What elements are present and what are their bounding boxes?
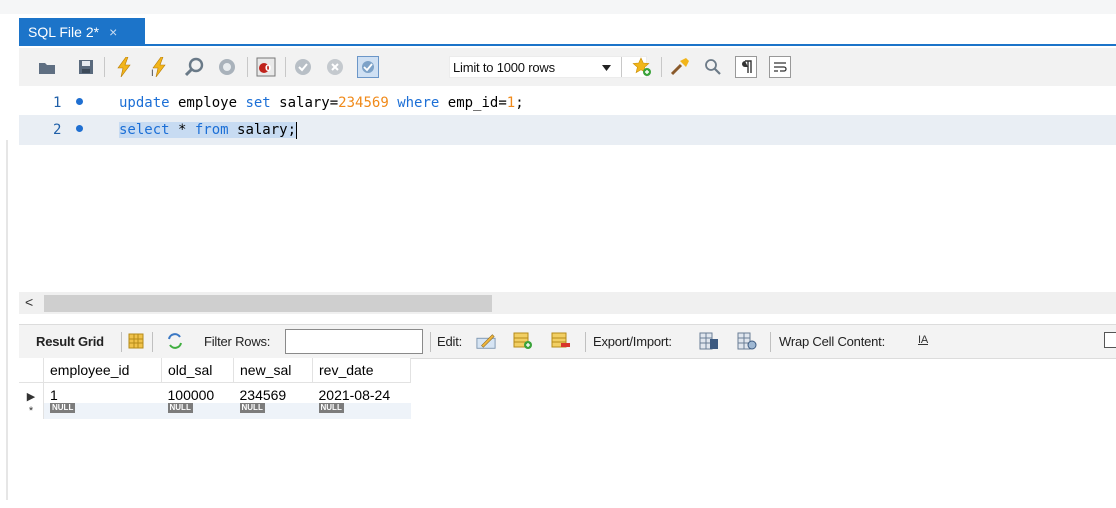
close-tab-icon[interactable]: × <box>109 24 117 40</box>
column-header[interactable]: old_sal <box>161 358 234 383</box>
export-icon[interactable] <box>699 331 719 351</box>
row-arrow-icon: ▶ <box>19 382 44 403</box>
toolbar-separator <box>770 332 771 352</box>
new-row[interactable]: * NULL NULL NULL NULL <box>19 402 411 419</box>
editor-horizontal-scrollbar[interactable]: < <box>19 292 1116 314</box>
wrap-cell-icon[interactable]: IA <box>918 334 928 346</box>
null-badge: NULL <box>318 402 344 413</box>
toolbar-separator <box>247 57 248 77</box>
column-header[interactable]: rev_date <box>312 358 411 383</box>
autocommit-icon[interactable] <box>357 56 379 78</box>
cell-old-sal[interactable]: 100000 <box>162 382 234 403</box>
left-edge <box>6 140 8 500</box>
execute-current-icon[interactable]: I <box>148 56 170 78</box>
limit-rows-select[interactable]: Limit to 1000 rows <box>449 56 647 78</box>
filter-rows-label: Filter Rows: <box>204 334 271 349</box>
bookmark-add-icon[interactable] <box>631 56 653 78</box>
wrap-icon[interactable] <box>769 56 791 78</box>
scrollbar-thumb[interactable] <box>44 295 492 312</box>
result-toolbar: Result Grid Filter Rows: Edit: Export/Im… <box>19 324 1116 359</box>
stop-icon[interactable] <box>216 56 238 78</box>
add-row-icon[interactable] <box>513 331 533 351</box>
text-caret <box>296 121 298 139</box>
cell-null[interactable]: NULL <box>233 402 313 419</box>
toolbar-separator <box>621 57 622 77</box>
table-row[interactable]: ▶ 1 100000 234569 2021-08-24 <box>19 382 411 403</box>
execute-icon[interactable] <box>113 56 135 78</box>
export-import-label: Export/Import: <box>593 334 672 349</box>
tab-title: SQL File 2* <box>28 24 100 40</box>
sql-editor[interactable]: 1 update employe set salary=234569 where… <box>19 86 1116 291</box>
find-icon[interactable] <box>702 56 724 78</box>
edit-label: Edit: <box>437 334 463 349</box>
top-strip <box>0 0 1116 14</box>
toolbar-separator <box>104 57 105 77</box>
row-header-corner <box>19 358 44 383</box>
toolbar-separator <box>585 332 586 352</box>
result-grid-tab[interactable]: Result Grid <box>36 334 104 349</box>
tab-sql-file-2[interactable]: SQL File 2* × <box>19 18 145 46</box>
cell-null[interactable]: NULL <box>161 402 234 419</box>
wrap-cell-label: Wrap Cell Content: <box>779 334 885 349</box>
mysql-workbench-window: SQL File 2* × I 0 Limit to 1000 rows 1 u… <box>0 0 1116 508</box>
null-badge: NULL <box>50 402 76 413</box>
grid-header-row: employee_id old_sal new_sal rev_date <box>19 358 411 383</box>
toolbar-separator <box>285 57 286 77</box>
cell-null[interactable]: NULL <box>43 402 162 419</box>
folder-open-icon[interactable] <box>36 56 58 78</box>
toolbar-separator <box>152 332 153 352</box>
null-badge: NULL <box>239 402 265 413</box>
cell-null[interactable]: NULL <box>312 402 411 419</box>
cell-rev-date[interactable]: 2021-08-24 <box>313 382 411 403</box>
beautify-icon[interactable] <box>669 56 691 78</box>
svg-text:0: 0 <box>265 64 271 74</box>
code-line: update employe set salary=234569 where e… <box>119 95 524 111</box>
panel-toggle-checkbox[interactable] <box>1104 332 1116 348</box>
null-badge: NULL <box>167 402 193 413</box>
tab-bar: SQL File 2* × <box>19 14 1116 46</box>
filter-refresh-icon[interactable] <box>165 331 185 351</box>
code-line: select * from salary; <box>119 121 298 139</box>
line-number: 2 <box>53 122 62 138</box>
invisible-chars-icon[interactable] <box>735 56 757 78</box>
result-grid[interactable]: employee_id old_sal new_sal rev_date ▶ 1… <box>19 358 411 419</box>
edit-row-icon[interactable] <box>476 331 496 351</box>
rollback-icon[interactable] <box>324 56 346 78</box>
grid-view-icon[interactable] <box>126 331 146 351</box>
chevron-down-icon[interactable] <box>599 57 613 79</box>
column-header[interactable]: employee_id <box>43 358 162 383</box>
new-row-marker: * <box>19 402 44 419</box>
statement-marker-icon <box>76 125 83 132</box>
limit-rows-value: Limit to 1000 rows <box>453 59 555 75</box>
line-number: 1 <box>53 95 62 111</box>
import-icon[interactable] <box>737 331 757 351</box>
save-icon[interactable] <box>75 56 97 78</box>
scroll-left-icon[interactable]: < <box>25 294 33 310</box>
delete-row-icon[interactable] <box>551 331 571 351</box>
toolbar-separator <box>661 57 662 77</box>
column-header[interactable]: new_sal <box>233 358 313 383</box>
editor-line-2: 2 select * from salary; <box>19 115 1116 145</box>
toggle-result-icon[interactable]: 0 <box>255 56 277 78</box>
editor-line-1: 1 update employe set salary=234569 where… <box>19 88 1116 118</box>
explain-icon[interactable] <box>184 56 206 78</box>
statement-marker-icon <box>76 98 83 105</box>
cell-employee-id[interactable]: 1 <box>44 382 162 403</box>
commit-icon[interactable] <box>292 56 314 78</box>
result-empty-area <box>19 432 1116 502</box>
toolbar-separator <box>121 332 122 352</box>
cell-new-sal[interactable]: 234569 <box>234 382 313 403</box>
sql-toolbar: I 0 Limit to 1000 rows <box>19 48 1116 87</box>
svg-text:I: I <box>151 69 154 77</box>
filter-rows-input[interactable] <box>285 329 423 354</box>
toolbar-separator <box>430 332 431 352</box>
